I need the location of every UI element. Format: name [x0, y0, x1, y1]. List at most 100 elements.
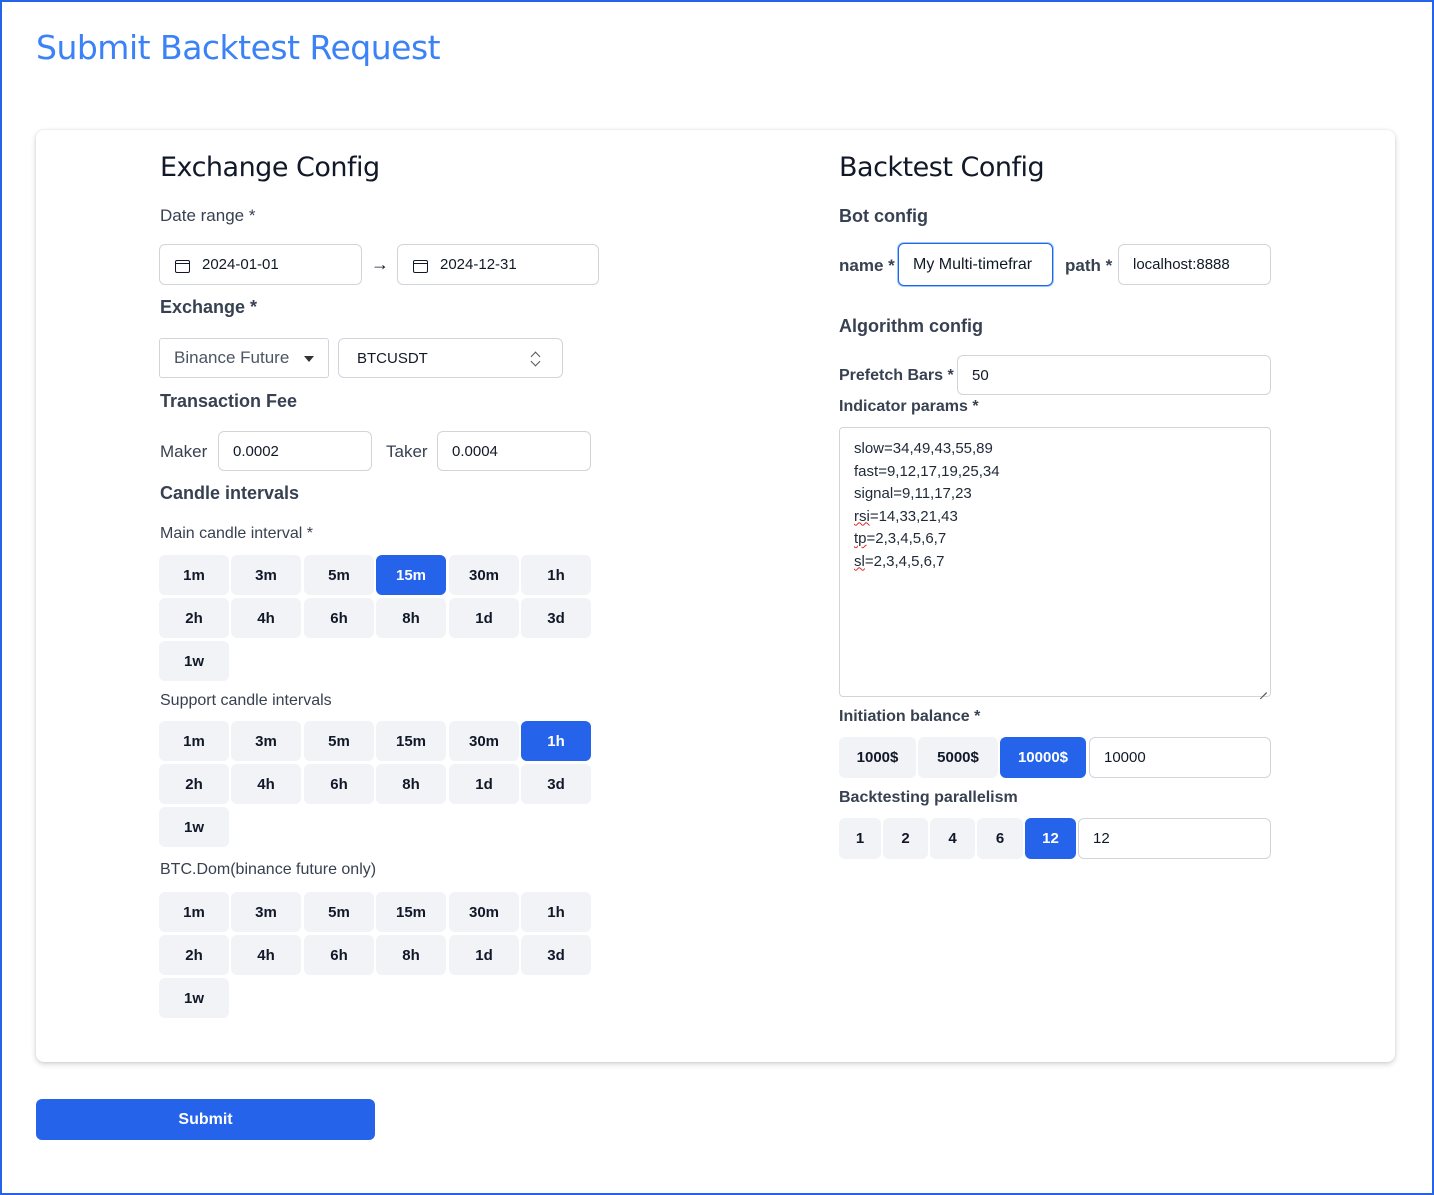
main-interval-option-30m[interactable]: 30m	[449, 555, 519, 595]
btcdom-interval-option-8h[interactable]: 8h	[376, 935, 446, 975]
parallelism-option-1[interactable]: 1	[839, 818, 881, 859]
support-interval-option-6h[interactable]: 6h	[304, 764, 374, 804]
btcdom-label: BTC.Dom(binance future only)	[160, 861, 377, 878]
exchange-label: Exchange *	[160, 297, 258, 317]
exchange-config-title: Exchange Config	[160, 152, 380, 183]
balance-option-5000[interactable]: 5000$	[918, 737, 998, 778]
main-interval-option-3d[interactable]: 3d	[521, 598, 591, 638]
start-date-value: 2024-01-01	[202, 256, 279, 273]
indicator-param-line: tp=2,3,4,5,6,7	[854, 528, 1256, 551]
indicator-param-values: =34,49,43,55,89	[884, 440, 993, 457]
taker-fee-value: 0.0004	[452, 442, 498, 460]
initiation-balance-label: Initiation balance *	[839, 708, 981, 725]
bot-name-input[interactable]: My Multi-timefrar	[898, 243, 1053, 286]
indicator-param-line: sl=2,3,4,5,6,7	[854, 551, 1256, 574]
indicator-params-content: slow=34,49,43,55,89 fast=9,12,17,19,25,34…	[854, 438, 1256, 573]
calendar-icon	[412, 257, 428, 273]
main-interval-option-4h[interactable]: 4h	[231, 598, 301, 638]
btcdom-interval-option-1d[interactable]: 1d	[449, 935, 519, 975]
parallelism-option-4[interactable]: 4	[930, 818, 975, 859]
bot-path-input[interactable]: localhost:8888	[1118, 244, 1271, 285]
indicator-param-key: fast	[854, 462, 879, 480]
btcdom-interval-option-1h[interactable]: 1h	[521, 892, 591, 932]
indicator-param-key: slow	[854, 440, 885, 457]
parallelism-input-value: 12	[1093, 830, 1110, 847]
main-interval-option-1h[interactable]: 1h	[521, 555, 591, 595]
btcdom-interval-option-5m[interactable]: 5m	[304, 892, 374, 932]
indicator-param-key: tp	[854, 530, 867, 547]
config-card: Exchange Config Date range * 2024-01-01 …	[36, 130, 1395, 1062]
parallelism-input[interactable]: 12	[1078, 818, 1271, 859]
support-interval-option-4h[interactable]: 4h	[231, 764, 301, 804]
support-interval-option-3d[interactable]: 3d	[521, 764, 591, 804]
btcdom-interval-option-2h[interactable]: 2h	[159, 935, 229, 975]
algorithm-config-title: Algorithm config	[839, 316, 983, 336]
name-label: name *	[839, 256, 895, 275]
support-interval-option-30m[interactable]: 30m	[449, 721, 519, 761]
start-date-input[interactable]: 2024-01-01	[159, 244, 362, 285]
exchange-select[interactable]: Binance Future	[159, 338, 329, 378]
arrow-right-icon: →	[371, 254, 389, 274]
submit-button[interactable]: Submit	[36, 1099, 375, 1140]
support-interval-option-1d[interactable]: 1d	[449, 764, 519, 804]
support-interval-option-2h[interactable]: 2h	[159, 764, 229, 804]
main-interval-option-5m[interactable]: 5m	[304, 555, 374, 595]
indicator-param-values: =14,33,21,43	[869, 507, 958, 525]
bot-name-value: My Multi-timefrar	[913, 255, 1033, 273]
main-interval-option-3m[interactable]: 3m	[231, 555, 301, 595]
chevron-updown-icon	[530, 350, 540, 368]
main-interval-option-15m[interactable]: 15m	[376, 555, 446, 595]
bot-config-title: Bot config	[839, 206, 928, 226]
exchange-select-value: Binance Future	[174, 348, 290, 367]
btcdom-interval-option-30m[interactable]: 30m	[449, 892, 519, 932]
btcdom-interval-option-3d[interactable]: 3d	[521, 935, 591, 975]
backtest-config-title: Backtest Config	[839, 152, 1045, 183]
support-interval-option-1m[interactable]: 1m	[159, 721, 229, 761]
bot-path-value: localhost:8888	[1133, 256, 1230, 273]
balance-input[interactable]: 10000	[1089, 737, 1271, 778]
calendar-icon	[174, 257, 190, 273]
btcdom-interval-option-4h[interactable]: 4h	[231, 935, 301, 975]
btcdom-interval-option-1m[interactable]: 1m	[159, 892, 229, 932]
indicator-param-key: sl	[854, 552, 865, 570]
btcdom-interval-option-6h[interactable]: 6h	[304, 935, 374, 975]
main-interval-option-1d[interactable]: 1d	[449, 598, 519, 638]
main-interval-option-6h[interactable]: 6h	[304, 598, 374, 638]
main-interval-option-2h[interactable]: 2h	[159, 598, 229, 638]
symbol-select-value: BTCUSDT	[357, 349, 428, 367]
indicator-params-textarea[interactable]: slow=34,49,43,55,89 fast=9,12,17,19,25,34…	[839, 427, 1271, 697]
resize-handle-icon[interactable]	[1258, 684, 1267, 693]
maker-label: Maker	[160, 442, 208, 461]
parallelism-option-6[interactable]: 6	[977, 818, 1023, 859]
main-candle-label: Main candle interval *	[160, 525, 313, 542]
support-interval-option-1w[interactable]: 1w	[159, 807, 229, 847]
page-title: Submit Backtest Request	[36, 28, 441, 67]
parallelism-option-12[interactable]: 12	[1025, 818, 1076, 859]
indicator-param-line: rsi=14,33,21,43	[854, 506, 1256, 529]
support-interval-option-15m[interactable]: 15m	[376, 721, 446, 761]
symbol-select[interactable]: BTCUSDT	[338, 338, 563, 378]
main-interval-option-1w[interactable]: 1w	[159, 641, 229, 681]
main-interval-option-8h[interactable]: 8h	[376, 598, 446, 638]
candle-intervals-title: Candle intervals	[160, 483, 300, 503]
date-range-label: Date range *	[160, 206, 256, 225]
support-interval-option-1h[interactable]: 1h	[521, 721, 591, 761]
maker-fee-input[interactable]: 0.0002	[218, 431, 372, 471]
balance-option-10000[interactable]: 10000$	[1000, 737, 1086, 778]
btcdom-interval-option-3m[interactable]: 3m	[231, 892, 301, 932]
support-interval-option-5m[interactable]: 5m	[304, 721, 374, 761]
end-date-input[interactable]: 2024-12-31	[397, 244, 599, 285]
indicator-param-line: signal=9,11,17,23	[854, 483, 1256, 506]
prefetch-bars-input[interactable]: 50	[957, 355, 1271, 395]
prefetch-bars-label: Prefetch Bars *	[839, 367, 954, 384]
support-interval-option-3m[interactable]: 3m	[231, 721, 301, 761]
support-interval-option-8h[interactable]: 8h	[376, 764, 446, 804]
taker-fee-input[interactable]: 0.0004	[437, 431, 591, 471]
indicator-param-values: =9,11,17,23	[893, 485, 972, 502]
btcdom-interval-option-1w[interactable]: 1w	[159, 978, 229, 1018]
main-interval-option-1m[interactable]: 1m	[159, 555, 229, 595]
btcdom-interval-option-15m[interactable]: 15m	[376, 892, 446, 932]
balance-option-1000[interactable]: 1000$	[839, 737, 916, 778]
parallelism-option-2[interactable]: 2	[883, 818, 928, 859]
transaction-fee-label: Transaction Fee	[160, 391, 298, 411]
